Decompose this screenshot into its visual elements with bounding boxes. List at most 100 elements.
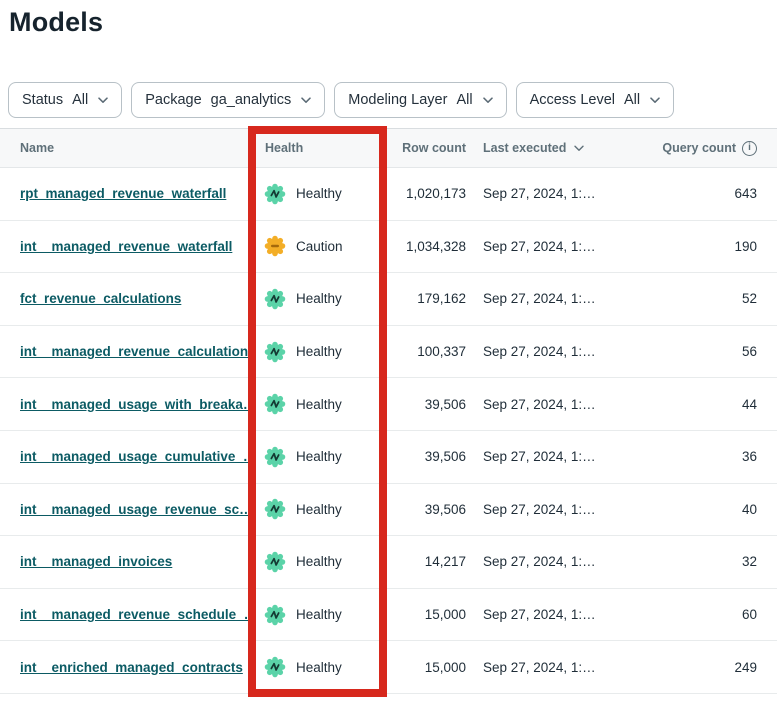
healthy-icon [264,656,286,678]
model-name-link[interactable]: int__managed_revenue_calculations [20,344,248,359]
table-row: fct_revenue_calculations Healthy 179,1 [0,273,777,326]
name-cell: int__managed_usage_with_breaka… [0,397,248,412]
health-label: Healthy [296,502,342,517]
column-header-last-executed[interactable]: Last executed [470,141,620,155]
query-count-cell: 190 [620,239,777,254]
model-name-link[interactable]: int__managed_usage_revenue_sc… [20,502,248,517]
query-count-cell: 643 [620,186,777,201]
table-row: int__managed_usage_revenue_sc… Healthy [0,484,777,537]
name-cell: int__managed_revenue_waterfall [0,239,248,254]
model-name-link[interactable]: int__managed_usage_with_breaka… [20,397,248,412]
modeling-layer-filter-button[interactable]: Modeling Layer All [334,82,506,118]
status-filter-value: All [72,92,88,108]
healthy-icon [264,341,286,363]
table-row: int__managed_usage_with_breaka… Healthy [0,378,777,431]
row-count-cell: 1,020,173 [386,186,470,201]
last-executed-cell: Sep 27, 2024, 1:… [470,449,620,464]
query-count-cell: 44 [620,397,777,412]
row-count-cell: 39,506 [386,397,470,412]
last-executed-cell: Sep 27, 2024, 1:… [470,660,620,675]
healthy-icon [264,498,286,520]
status-filter-label: Status [22,92,63,108]
model-name-link[interactable]: int__managed_revenue_schedule_… [20,607,248,622]
health-cell: Healthy [248,341,386,363]
health-cell: Healthy [248,656,386,678]
column-header-health: Health [248,141,386,155]
table-row: int__managed_invoices Healthy 14,217 [0,536,777,589]
chevron-down-icon [98,97,108,104]
healthy-icon [264,604,286,626]
query-count-cell: 32 [620,554,777,569]
health-label: Healthy [296,397,342,412]
access-level-filter-value: All [624,92,640,108]
health-cell: Healthy [248,551,386,573]
health-cell: Caution [248,235,386,257]
row-count-cell: 15,000 [386,607,470,622]
model-name-link[interactable]: int__managed_invoices [20,554,172,569]
row-count-cell: 100,337 [386,344,470,359]
query-count-cell: 56 [620,344,777,359]
model-name-link[interactable]: fct_revenue_calculations [20,291,181,306]
name-cell: int__managed_usage_cumulative_… [0,449,248,464]
table-row: rpt_managed_revenue_waterfall Healthy [0,168,777,221]
last-executed-cell: Sep 27, 2024, 1:… [470,607,620,622]
table-body: rpt_managed_revenue_waterfall Healthy [0,168,777,694]
table-row: int__managed_revenue_calculations Health… [0,326,777,379]
column-header-name: Name [0,141,248,155]
status-filter-button[interactable]: Status All [8,82,122,118]
last-executed-cell: Sep 27, 2024, 1:… [470,554,620,569]
row-count-cell: 1,034,328 [386,239,470,254]
health-cell: Healthy [248,604,386,626]
last-executed-cell: Sep 27, 2024, 1:… [470,397,620,412]
model-name-link[interactable]: int__enriched_managed_contracts [20,660,243,675]
healthy-icon [264,288,286,310]
row-count-cell: 15,000 [386,660,470,675]
models-table: Name Health Row count Last executed Quer… [0,128,777,694]
last-executed-cell: Sep 27, 2024, 1:… [470,502,620,517]
name-cell: int__managed_invoices [0,554,248,569]
name-cell: int__managed_revenue_calculations [0,344,248,359]
chevron-down-icon [301,97,311,104]
filter-bar: Status All Package ga_analytics Modeling… [8,82,674,118]
healthy-icon [264,393,286,415]
health-label: Healthy [296,660,342,675]
table-row: int__enriched_managed_contracts Healthy [0,641,777,694]
name-cell: int__managed_revenue_schedule_… [0,607,248,622]
last-executed-cell: Sep 27, 2024, 1:… [470,186,620,201]
health-label: Healthy [296,291,342,306]
table-header-row: Name Health Row count Last executed Quer… [0,128,777,168]
query-count-cell: 52 [620,291,777,306]
package-filter-label: Package [145,92,201,108]
package-filter-button[interactable]: Package ga_analytics [131,82,325,118]
query-count-cell: 40 [620,502,777,517]
modeling-layer-filter-label: Modeling Layer [348,92,447,108]
name-cell: int__managed_usage_revenue_sc… [0,502,248,517]
page-title: Models [9,7,103,38]
healthy-icon [264,446,286,468]
name-cell: rpt_managed_revenue_waterfall [0,186,248,201]
health-cell: Healthy [248,183,386,205]
health-cell: Healthy [248,288,386,310]
row-count-cell: 39,506 [386,449,470,464]
table-row: int__managed_revenue_schedule_… Healthy [0,589,777,642]
column-header-row-count: Row count [386,141,470,155]
health-cell: Healthy [248,498,386,520]
sort-chevron-icon [574,145,584,152]
caution-icon [264,235,286,257]
model-name-link[interactable]: rpt_managed_revenue_waterfall [20,186,226,201]
package-filter-value: ga_analytics [211,92,292,108]
info-icon[interactable]: i [742,141,757,156]
health-cell: Healthy [248,446,386,468]
name-cell: fct_revenue_calculations [0,291,248,306]
health-label: Healthy [296,344,342,359]
health-label: Healthy [296,186,342,201]
table-row: int__managed_usage_cumulative_… Healthy [0,431,777,484]
healthy-icon [264,183,286,205]
access-level-filter-label: Access Level [530,92,615,108]
access-level-filter-button[interactable]: Access Level All [516,82,675,118]
chevron-down-icon [650,97,660,104]
query-count-cell: 36 [620,449,777,464]
model-name-link[interactable]: int__managed_revenue_waterfall [20,239,232,254]
model-name-link[interactable]: int__managed_usage_cumulative_… [20,449,248,464]
last-executed-cell: Sep 27, 2024, 1:… [470,344,620,359]
